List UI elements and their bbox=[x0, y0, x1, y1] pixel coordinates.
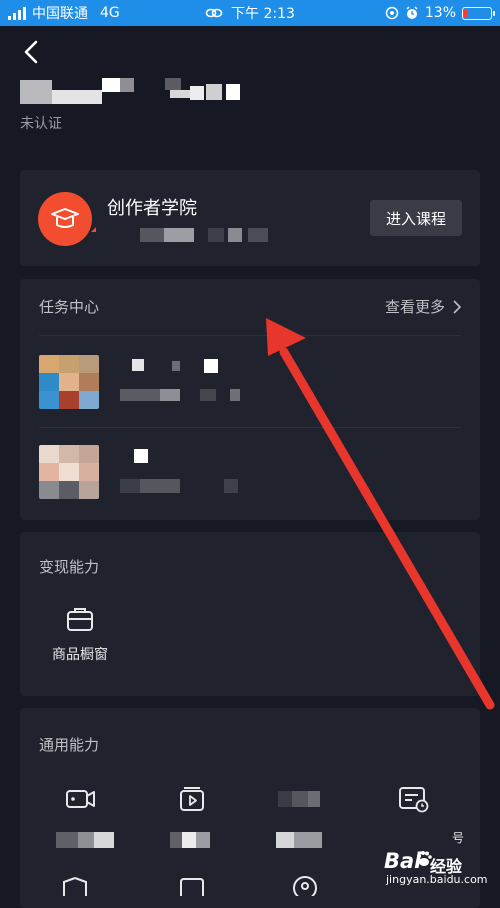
task-center-card: 任务中心 查看更多 bbox=[20, 279, 480, 520]
shield-icon[interactable] bbox=[60, 876, 90, 896]
baidu-jingyan-watermark: 号 Bai 经验 jingyan.baidu.com bbox=[378, 829, 496, 887]
watermark-url: jingyan.baidu.com bbox=[386, 873, 488, 886]
academy-subtitle-masked bbox=[140, 226, 280, 244]
video-play-tool[interactable] bbox=[167, 779, 217, 819]
see-more-link[interactable]: 查看更多 bbox=[385, 296, 461, 317]
video-camera-icon bbox=[66, 790, 95, 808]
enter-course-button[interactable]: 进入课程 bbox=[370, 200, 462, 236]
creator-academy-card: 创作者学院 进入课程 bbox=[20, 170, 480, 266]
monetization-card: 变现能力 商品橱窗 bbox=[20, 532, 480, 696]
calendar-icon[interactable] bbox=[178, 876, 206, 896]
task-text-masked bbox=[120, 359, 360, 409]
video-play-icon bbox=[180, 787, 204, 811]
status-bar: 中国联通 4G 下午 2:13 13% bbox=[0, 0, 500, 26]
verification-status: 未认证 bbox=[20, 116, 62, 132]
clock-time: 下午 2:13 bbox=[231, 6, 295, 22]
general-capabilities-title: 通用能力 bbox=[39, 736, 100, 754]
carrier-name: 中国联通 bbox=[32, 6, 88, 22]
watermark-partial-char: 号 bbox=[452, 831, 465, 845]
data-saver-icon bbox=[385, 6, 399, 20]
see-more-label: 查看更多 bbox=[384, 298, 445, 316]
task-center-title: 任务中心 bbox=[39, 298, 100, 316]
account-name-masked bbox=[20, 78, 240, 104]
task-thumbnail bbox=[39, 355, 99, 409]
video-tool[interactable] bbox=[56, 779, 106, 819]
battery-percent: 13% bbox=[424, 5, 456, 21]
scheduled-post-tool[interactable] bbox=[389, 779, 439, 819]
back-icon[interactable] bbox=[20, 38, 44, 66]
academy-title: 创作者学院 bbox=[107, 198, 197, 219]
alarm-icon bbox=[406, 6, 418, 19]
tool-label-masked bbox=[276, 832, 336, 848]
link-icon bbox=[205, 8, 223, 18]
product-showcase-tool[interactable]: 商品橱窗 bbox=[50, 606, 110, 664]
divider bbox=[39, 335, 461, 336]
task-item[interactable] bbox=[20, 439, 480, 509]
monetization-title: 变现能力 bbox=[39, 558, 100, 576]
network-type: 4G bbox=[100, 5, 120, 21]
scheduled-post-icon bbox=[399, 787, 429, 813]
task-item[interactable] bbox=[20, 349, 480, 419]
tool-label-masked bbox=[170, 832, 230, 848]
briefcase-icon bbox=[67, 608, 93, 631]
tool-label-masked bbox=[56, 832, 116, 848]
product-showcase-label: 商品橱窗 bbox=[52, 647, 108, 663]
location-icon[interactable] bbox=[290, 874, 320, 896]
task-thumbnail bbox=[39, 445, 99, 499]
battery-icon bbox=[462, 6, 495, 20]
task-text-masked bbox=[120, 449, 360, 499]
divider bbox=[39, 427, 461, 428]
signal-icon bbox=[8, 6, 26, 20]
chevron-right-icon bbox=[453, 299, 461, 314]
academy-icon bbox=[38, 192, 96, 246]
masked-tool[interactable] bbox=[278, 779, 328, 819]
graduation-cap-icon bbox=[51, 208, 79, 228]
